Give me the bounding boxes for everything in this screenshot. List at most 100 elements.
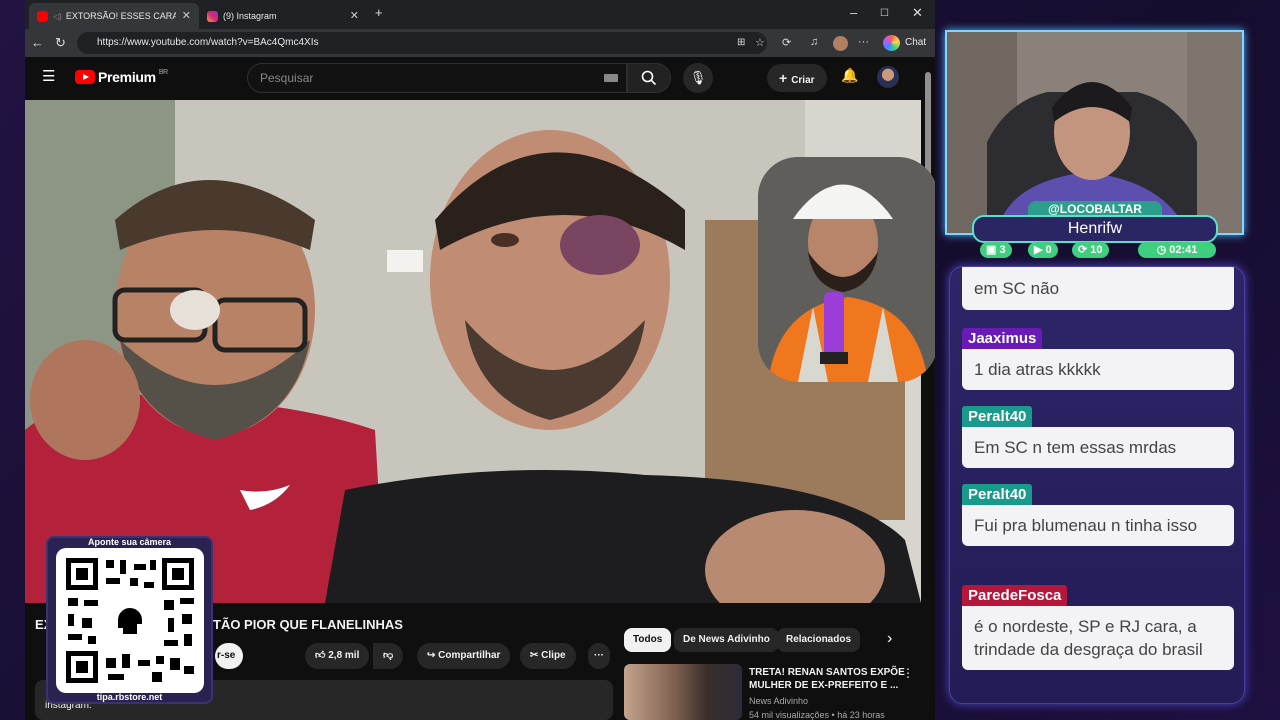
stat-value: 0 — [1045, 244, 1052, 256]
stream-scene: { "browser": { "tabs": [ {"label": "EXTO… — [0, 0, 1280, 720]
extension-icon[interactable]: ⟳ — [782, 36, 791, 49]
create-button[interactable]: + Criar — [767, 64, 827, 92]
subscribe-button[interactable]: r-se — [215, 643, 244, 669]
create-label: Criar — [791, 75, 815, 86]
stat-clock: ◷ 02:41 — [1138, 242, 1216, 258]
stat-chat: ▣ 3 — [980, 242, 1012, 258]
minimize-icon[interactable]: – — [850, 5, 857, 20]
maximize-icon[interactable]: ☐ — [880, 8, 889, 19]
chip-label: Relacionados — [786, 634, 852, 645]
avatar[interactable] — [877, 66, 899, 88]
menu-icon[interactable]: ☰ — [42, 67, 55, 85]
chat-text: Fui pra blumenau n tinha isso — [962, 505, 1234, 546]
like-button[interactable]: 👍︎ 2,8 mil — [305, 643, 370, 669]
chat-username: Peralt40 — [962, 406, 1033, 427]
clock-icon: ◷ — [1156, 244, 1170, 256]
apps-icon[interactable]: ⊞ — [737, 37, 745, 48]
back-icon[interactable]: ← — [31, 35, 44, 50]
upload-age: há 23 horas — [837, 710, 885, 720]
logo-text: Premium — [98, 69, 156, 85]
tab-instagram[interactable]: (9) Instagram ✕ — [199, 3, 367, 29]
stat-youtube: ▶ 0 — [1028, 242, 1058, 258]
search-icon — [641, 70, 657, 86]
page-scrollbar[interactable] — [921, 62, 935, 720]
thumbs-down-icon: 👎︎ — [383, 650, 394, 661]
mic-button[interactable]: 🎙 — [683, 63, 713, 93]
chat-username: Jaaximus — [962, 328, 1043, 349]
copilot-icon[interactable] — [883, 35, 900, 51]
chat-text: Em SC n tem essas mrdas — [962, 427, 1234, 468]
more-icon[interactable]: ··· — [858, 36, 869, 48]
recommended-title[interactable]: TRETA! RENAN SANTOS EXPÕE MULHER DE EX-P… — [749, 666, 909, 692]
clip-label: Clipe — [541, 650, 566, 661]
stat-value: 02:41 — [1169, 244, 1198, 256]
chip-label: De News Adivinho — [683, 634, 770, 645]
subscribe-label: r-se — [217, 650, 236, 661]
new-tab-icon[interactable]: + — [375, 5, 383, 20]
clip-button[interactable]: ✂ Clipe — [520, 643, 576, 669]
music-icon[interactable]: ♫ — [810, 36, 818, 48]
chat-text: é o nordeste, SP e RJ cara, a trindade d… — [962, 606, 1234, 670]
dislike-button[interactable]: 👎︎ — [373, 643, 404, 669]
view-count: 54 mil visualizações — [749, 710, 830, 720]
share-button[interactable]: ↪ Compartilhar — [417, 643, 511, 669]
like-count: 2,8 mil — [328, 650, 360, 661]
streamer-overlay — [758, 157, 935, 382]
bell-icon[interactable]: 🔔 — [841, 67, 858, 84]
refresh-icon: ⟳ — [1078, 244, 1091, 256]
chat-message: Peralt40 Fui pra blumenau n tinha isso — [962, 484, 1234, 546]
recommended-channel[interactable]: News Adivinho — [749, 696, 808, 706]
reload-icon[interactable]: ↻ — [55, 35, 66, 51]
recommended-meta: 54 mil visualizações • há 23 horas — [749, 710, 885, 720]
star-icon[interactable]: ☆ — [755, 36, 765, 49]
youtube-logo[interactable]: Premium BR — [75, 69, 168, 85]
youtube-play-icon — [75, 70, 95, 84]
more-actions-button[interactable]: ··· — [588, 643, 610, 669]
youtube-icon — [37, 10, 48, 22]
share-icon: ↪ — [427, 650, 439, 661]
chat-username: ParedeFosca — [962, 585, 1068, 606]
chat-panel: em SC não Jaaximus 1 dia atras kkkkk Per… — [949, 266, 1245, 704]
search-input[interactable]: Pesquisar — [247, 63, 627, 93]
stat-refresh: ⟳ 10 — [1072, 242, 1109, 258]
search-button[interactable] — [627, 63, 671, 93]
youtube-header: ☰ Premium BR Pesquisar 🎙 + Criar 🔔 — [25, 57, 935, 99]
chevron-right-icon[interactable]: › — [887, 630, 892, 648]
qr-code-image — [66, 558, 194, 683]
close-icon[interactable]: ✕ — [182, 9, 191, 22]
address-bar: ← ↻ https://www.youtube.com/watch?v=BAc4… — [25, 29, 935, 57]
stat-value: 10 — [1090, 244, 1103, 256]
close-window-icon[interactable]: ✕ — [912, 5, 923, 21]
qr-panel: Aponte sua câmera tipa.rbstore.net — [46, 536, 213, 704]
tab-bar: ◁) EXTORSÃO! ESSES CARAS TÃO ✕ (9) Insta… — [25, 0, 935, 29]
speaker-icon: ◁) — [53, 11, 62, 21]
chat-message: ParedeFosca é o nordeste, SP e RJ cara, … — [962, 585, 1234, 670]
recommended-thumbnail[interactable] — [624, 664, 742, 720]
chip-channel[interactable]: De News Adivinho — [674, 628, 779, 652]
qr-code — [56, 548, 204, 693]
chat-message: Jaaximus 1 dia atras kkkkk — [962, 328, 1234, 390]
qr-caption: Aponte sua câmera — [87, 537, 172, 547]
chat-username: Peralt40 — [962, 484, 1033, 505]
url-field[interactable]: https://www.youtube.com/watch?v=BAc4Qmc4… — [77, 32, 767, 54]
chat-icon: ▣ — [986, 244, 1000, 256]
profile-icon[interactable] — [833, 36, 848, 51]
recommended-video[interactable]: TRETA! RENAN SANTOS EXPÕE MULHER DE EX-P… — [624, 664, 924, 720]
tab-youtube[interactable]: ◁) EXTORSÃO! ESSES CARAS TÃO ✕ — [29, 3, 199, 29]
chat-button[interactable]: Chat — [905, 37, 926, 48]
scissors-icon: ✂ — [530, 650, 542, 661]
plus-icon: + — [779, 70, 788, 86]
qr-url: tipa.rbstore.net — [96, 692, 163, 702]
keyboard-icon[interactable] — [604, 74, 618, 82]
streamer-name: Henrifw — [972, 215, 1218, 243]
search-placeholder: Pesquisar — [260, 71, 314, 85]
chip-todos[interactable]: Todos — [624, 628, 672, 652]
chip-related[interactable]: Relacionados — [777, 628, 861, 652]
youtube-icon: ▶ — [1034, 244, 1046, 256]
streamer-overlay-image — [758, 157, 935, 382]
close-icon[interactable]: ✕ — [350, 9, 359, 22]
chat-message: Peralt40 Em SC n tem essas mrdas — [962, 406, 1234, 468]
instagram-icon — [207, 10, 218, 22]
kebab-menu-icon[interactable]: ⋮ — [902, 666, 914, 680]
share-label: Compartilhar — [438, 650, 501, 661]
